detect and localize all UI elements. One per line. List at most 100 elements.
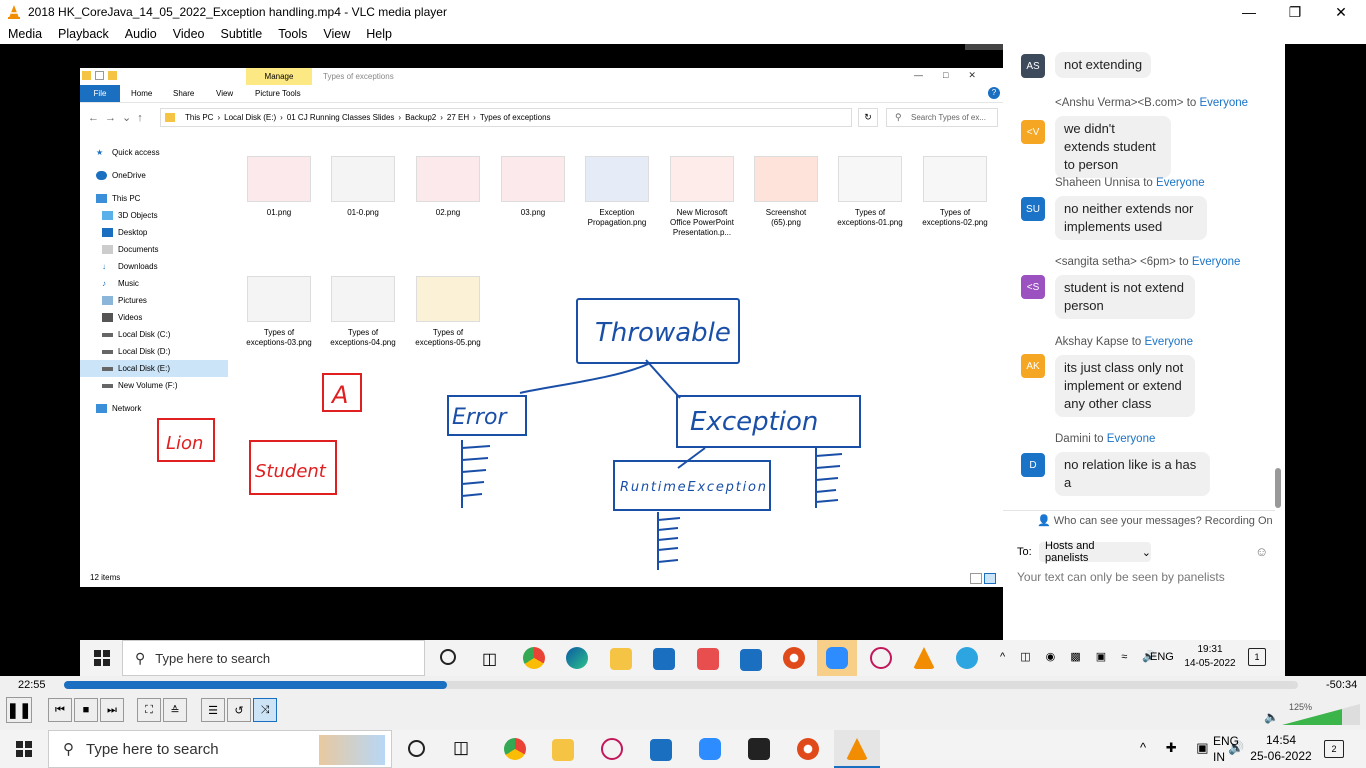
store-icon[interactable] — [650, 739, 672, 761]
to-label: To: — [1017, 546, 1032, 558]
error-label: Error — [452, 405, 508, 430]
throwable-label: Throwable — [595, 318, 731, 348]
loop-button[interactable]: ↺ — [227, 698, 251, 722]
file-explorer-icon[interactable] — [552, 739, 574, 761]
notification-icon[interactable]: 2 — [1324, 740, 1344, 758]
vlc-taskbar-active[interactable] — [834, 730, 880, 768]
window-title: 2018 HK_CoreJava_14_05_2022_Exception ha… — [28, 5, 447, 19]
exception-label: Exception — [690, 407, 818, 437]
throwable-to-error-line — [519, 362, 651, 394]
menu-view[interactable]: View — [315, 27, 358, 41]
chat-sender: Damini to Everyone — [1055, 433, 1156, 445]
chat-sender: Shaheen Unnisa to Everyone — [1055, 177, 1205, 189]
minimize-button[interactable]: — — [1226, 0, 1272, 24]
language-indicator[interactable]: ENG IN — [1213, 733, 1239, 765]
elapsed-time[interactable]: 22:55 — [18, 679, 46, 691]
vlc-icon[interactable] — [913, 647, 935, 669]
zoom-icon[interactable] — [699, 738, 721, 760]
avatar: AS — [1021, 54, 1045, 78]
recorder-icon[interactable] — [797, 738, 819, 760]
chat-bubble: no relation like is a has a — [1055, 452, 1210, 496]
privacy-notice[interactable]: 👤 Who can see your messages? Recording O… — [1037, 514, 1273, 527]
inner-clock[interactable]: 19:31 14-05-2022 — [1180, 643, 1240, 671]
gift-icon[interactable] — [697, 648, 719, 670]
recipient-dropdown[interactable]: Hosts and panelists ⌄ — [1039, 540, 1151, 564]
chrome-icon[interactable] — [504, 738, 526, 760]
file-explorer-icon[interactable] — [610, 648, 632, 670]
windows-start-icon[interactable] — [94, 650, 110, 666]
emoji-icon[interactable]: ☺ — [1255, 544, 1268, 559]
error-subclasses-lines — [461, 440, 491, 508]
seek-progress — [64, 681, 447, 689]
next-button[interactable]: ⏭ — [100, 698, 124, 722]
divider — [1003, 510, 1275, 511]
student-label: Student — [255, 461, 327, 482]
remaining-time[interactable]: -50:34 — [1326, 679, 1357, 691]
task-view-icon[interactable]: ◫ — [482, 649, 497, 669]
exception-subclasses-lines — [815, 448, 843, 508]
volume-icon[interactable]: 🔈 — [1264, 710, 1279, 724]
avatar: <S — [1021, 275, 1045, 299]
file-explorer-window: Manage Types of exceptions —□✕ File Home… — [80, 68, 1003, 587]
fullscreen-button[interactable]: ⛶ — [137, 698, 161, 722]
outer-taskbar: ⚲ Type here to search ◫ ^ ✚ ▣ 🔊 ENG IN 14:… — [0, 730, 1366, 768]
person-icon: 👤 — [1037, 515, 1054, 527]
recorder-icon[interactable] — [783, 647, 805, 669]
chat-bubble: no neither extends nor implements used — [1055, 196, 1207, 240]
chat-bubble: not extending — [1055, 52, 1152, 78]
seek-bar[interactable] — [64, 681, 1298, 689]
chat-sender: <Anshu Verma><B.com> to Everyone — [1055, 97, 1249, 109]
menu-media[interactable]: Media — [0, 27, 50, 41]
vlc-icon — [846, 738, 868, 760]
lion-label: Lion — [166, 433, 203, 454]
pause-button[interactable]: ❚❚ — [6, 697, 32, 723]
chrome-icon[interactable] — [523, 647, 545, 669]
edge-icon[interactable] — [566, 647, 588, 669]
avatar: SU — [1021, 197, 1045, 221]
zoom-taskbar-active[interactable] — [817, 640, 857, 676]
snipping-icon[interactable] — [601, 738, 623, 760]
store-icon[interactable] — [653, 648, 675, 670]
menu-audio[interactable]: Audio — [117, 27, 165, 41]
title-bar: 2018 HK_CoreJava_14_05_2022_Exception ha… — [0, 0, 1366, 24]
shuffle-button[interactable]: ⤨ — [253, 698, 277, 722]
menu-tools[interactable]: Tools — [270, 27, 315, 41]
snipping-icon[interactable] — [870, 647, 892, 669]
cortana-icon[interactable] — [408, 740, 425, 757]
playlist-button[interactable]: ☰ — [201, 698, 225, 722]
taskbar-search[interactable]: ⚲ Type here to search — [48, 730, 392, 768]
menu-playback[interactable]: Playback — [50, 27, 117, 41]
chat-bubble: we didn't extends student to person — [1055, 116, 1171, 178]
previous-button[interactable]: ⏮ — [48, 698, 72, 722]
vlc-cone-icon — [8, 5, 20, 19]
task-view-icon[interactable]: ◫ — [453, 738, 469, 758]
chat-scrollbar[interactable] — [1275, 468, 1281, 508]
runtime-subclasses-lines — [657, 512, 681, 570]
telegram-icon[interactable] — [956, 647, 978, 669]
extended-settings-button[interactable]: ≙ — [163, 698, 187, 722]
inner-taskbar: ⚲ Type here to search ◫ ^ ◫ ◉ ▩ ▣ ≈ 🔊 ENG… — [80, 640, 1285, 676]
menu-video[interactable]: Video — [165, 27, 213, 41]
stop-button[interactable]: ■ — [74, 698, 98, 722]
clock[interactable]: 14:54 25-06-2022 — [1248, 732, 1314, 764]
chat-input[interactable]: Your text can only be seen by panelists — [1017, 570, 1225, 584]
menu-help[interactable]: Help — [358, 27, 400, 41]
close-button[interactable]: ✕ — [1318, 0, 1364, 24]
zoom-icon — [826, 647, 848, 669]
maximize-button[interactable]: ❐ — [1272, 0, 1318, 24]
whiteboard-annotations: Throwable Error Exception RuntimeExcepti… — [157, 298, 861, 570]
volume-slider[interactable] — [1282, 702, 1362, 726]
inner-taskbar-search[interactable]: ⚲ Type here to search — [122, 640, 425, 676]
sticky-notes-icon[interactable] — [748, 738, 770, 760]
system-tray-icons[interactable]: ^ ◫ ◉ ▩ ▣ ≈ 🔊 — [1000, 650, 1162, 663]
mail-icon[interactable] — [740, 649, 762, 671]
inner-lang[interactable]: ENG — [1150, 651, 1174, 663]
windows-start-icon[interactable] — [16, 741, 32, 757]
chat-bubble: student is not extend person — [1055, 275, 1195, 319]
inner-notification-icon[interactable]: 1 — [1248, 648, 1266, 666]
search-icon: ⚲ — [135, 649, 146, 666]
cortana-icon[interactable] — [440, 649, 456, 665]
avatar: D — [1021, 453, 1045, 477]
search-highlight-image — [319, 735, 385, 765]
menu-subtitle[interactable]: Subtitle — [213, 27, 271, 41]
